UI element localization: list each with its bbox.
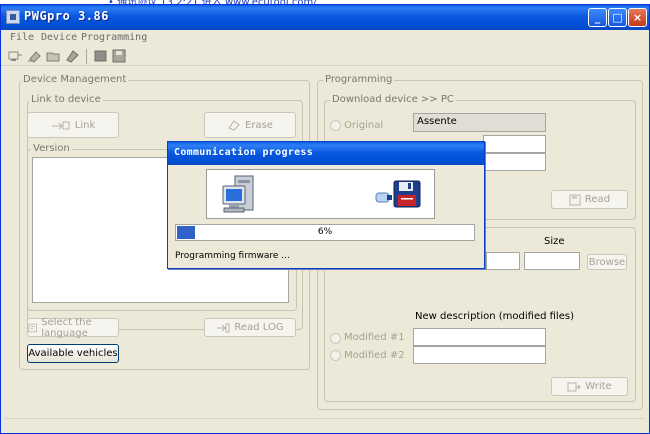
read-button-label: Read: [584, 194, 611, 205]
select-language-button[interactable]: Select the language: [27, 316, 119, 339]
language-icon: [28, 323, 37, 332]
stop-tool-icon[interactable]: [93, 49, 108, 63]
menu-file[interactable]: File: [10, 32, 34, 43]
write-button-label: Write: [585, 381, 612, 392]
browse-button-label: Browse: [588, 256, 626, 268]
read-log-icon: [217, 323, 230, 332]
floppy-disk-icon: [393, 180, 421, 208]
erase-button[interactable]: Erase: [204, 112, 296, 138]
maximize-button[interactable]: □: [608, 8, 627, 27]
menu-programming[interactable]: Programming: [81, 32, 147, 43]
write-icon: [567, 382, 582, 391]
erase-icon: [228, 120, 240, 131]
programming-legend: Programming: [323, 74, 395, 85]
dialog-status-text: Programming firmware ...: [175, 251, 290, 261]
close-button[interactable]: ×: [628, 8, 647, 27]
new-description-label: New description (modified files): [415, 311, 574, 322]
modified1-radio[interactable]: [330, 333, 341, 344]
read-log-label: Read LOG: [234, 322, 284, 333]
transfer-packet-icon: [375, 192, 392, 203]
modified2-radio-label: Modified #2: [344, 350, 405, 361]
original-value-field[interactable]: Assente: [413, 113, 546, 132]
available-vehicles-button[interactable]: Available vehicles: [27, 344, 119, 363]
communication-progress-dialog: Communication progress 6% Programming fi…: [167, 141, 485, 269]
progress-percent: 6%: [317, 227, 333, 237]
modified1-radio-label: Modified #1: [344, 332, 405, 343]
browse-button[interactable]: Browse: [587, 254, 627, 270]
minimize-button[interactable]: _: [588, 8, 607, 27]
dialog-title-bar[interactable]: Communication progress: [168, 142, 484, 165]
chip-tool-icon[interactable]: [65, 49, 80, 63]
app-icon: [6, 10, 20, 24]
save-tool-icon[interactable]: [112, 49, 127, 63]
menu-device[interactable]: Device: [41, 32, 77, 43]
transfer-animation: [206, 169, 435, 219]
file-path-field[interactable]: [486, 252, 520, 270]
original-radio[interactable]: [330, 120, 341, 131]
available-vehicles-label: Available vehicles: [28, 348, 118, 359]
original-desc-field-2[interactable]: [483, 153, 546, 171]
minimize-icon: _: [594, 11, 601, 24]
maximize-icon: □: [612, 11, 623, 24]
size-field[interactable]: [524, 252, 580, 270]
dialog-title: Communication progress: [174, 147, 314, 158]
select-language-label: Select the language: [41, 316, 92, 339]
link-icon: [51, 121, 70, 130]
close-icon: ×: [632, 11, 643, 24]
open-folder-icon[interactable]: [46, 49, 61, 63]
window-title: PWGpro 3.86: [24, 9, 109, 23]
read-log-button[interactable]: Read LOG: [204, 318, 296, 337]
modified2-radio[interactable]: [330, 350, 341, 361]
title-bar[interactable]: PWGpro 3.86 _ □ ×: [1, 5, 649, 30]
computer-icon: [222, 175, 254, 213]
version-legend: Version: [31, 143, 72, 154]
link-tool-icon[interactable]: [8, 49, 23, 63]
download-device-legend: Download device >> PC: [330, 94, 456, 105]
size-label: Size: [544, 236, 565, 247]
menu-bar: File Device Programming: [1, 30, 649, 46]
toolbar-separator: [86, 49, 87, 64]
erase-button-label: Erase: [245, 119, 273, 131]
progress-bar: 6%: [175, 224, 475, 241]
link-button[interactable]: Link: [27, 112, 119, 138]
erase-tool-icon[interactable]: [27, 49, 42, 63]
link-button-label: Link: [74, 119, 96, 131]
original-radio-label: Original: [344, 120, 384, 131]
modified2-desc-field[interactable]: [413, 346, 546, 364]
modified1-desc-field[interactable]: [413, 328, 546, 346]
device-management-legend: Device Management: [21, 74, 129, 85]
original-desc-field-1[interactable]: [483, 135, 546, 153]
write-button[interactable]: Write: [551, 377, 628, 396]
link-to-device-legend: Link to device: [29, 94, 103, 105]
toolbar: [1, 46, 649, 66]
read-icon: [569, 194, 581, 205]
status-bar: [5, 418, 645, 432]
read-button[interactable]: Read: [551, 190, 628, 209]
